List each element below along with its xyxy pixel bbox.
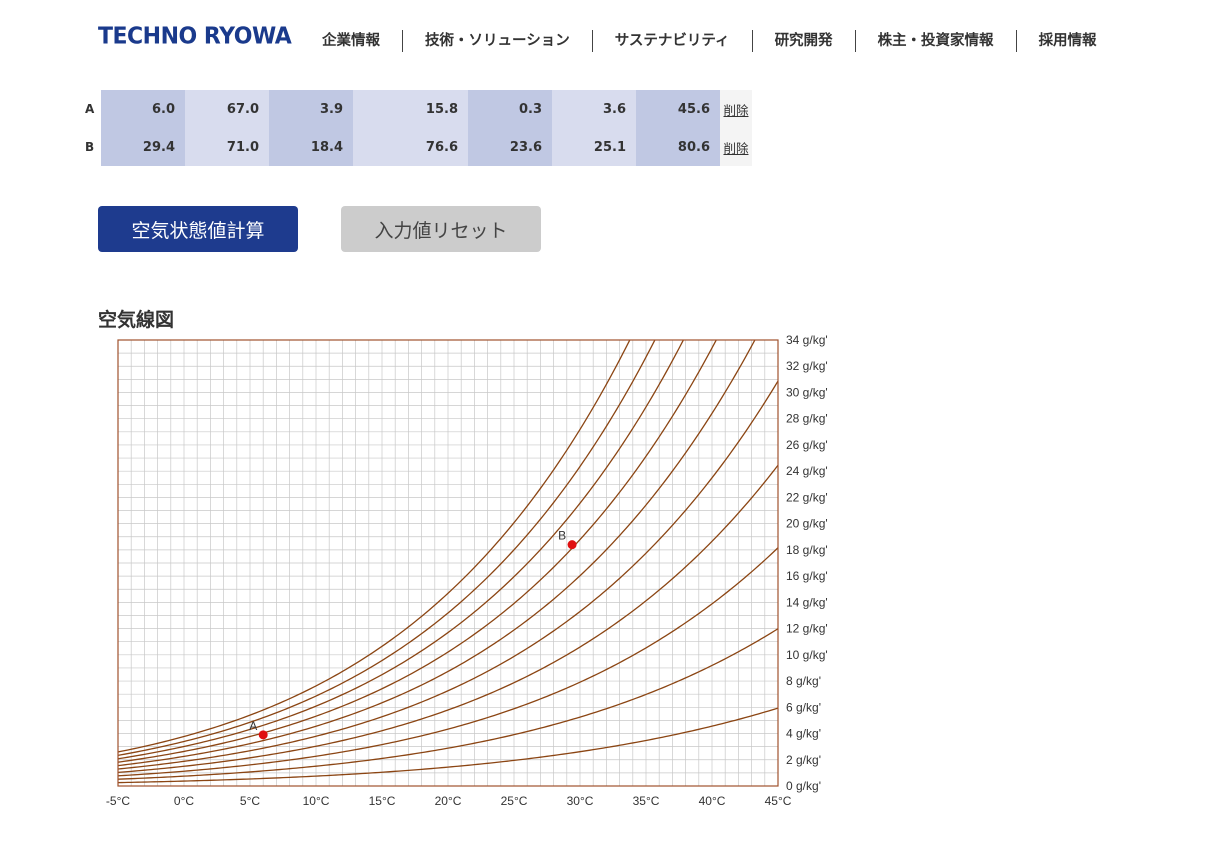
- y-tick-label: 2 g/kg': [786, 753, 821, 767]
- y-tick-label: 24 g/kg': [786, 464, 828, 478]
- y-tick-label: 10 g/kg': [786, 648, 828, 662]
- y-tick-label: 30 g/kg': [786, 385, 828, 399]
- x-tick-label: 10°C: [303, 794, 330, 808]
- y-tick-label: 4 g/kg': [786, 727, 821, 741]
- y-tick-label: 6 g/kg': [786, 700, 821, 714]
- x-tick-label: -5°C: [106, 794, 130, 808]
- x-tick-label: 20°C: [435, 794, 462, 808]
- y-tick-label: 18 g/kg': [786, 543, 828, 557]
- data-point-label: B: [558, 529, 566, 543]
- x-tick-label: 40°C: [699, 794, 726, 808]
- y-tick-label: 20 g/kg': [786, 517, 828, 531]
- y-tick-label: 12 g/kg': [786, 622, 828, 636]
- y-tick-label: 34 g/kg': [786, 333, 828, 347]
- y-tick-label: 14 g/kg': [786, 595, 828, 609]
- y-tick-label: 26 g/kg': [786, 438, 828, 452]
- psychrometric-chart: -5°C 0°C 5°C 10°C 15°C 20°C 25°C 30°C 35°C 40°C 45…: [106, 333, 828, 808]
- y-tick-label: 32 g/kg': [786, 359, 828, 373]
- x-tick-label: 30°C: [567, 794, 594, 808]
- y-tick-label: 0 g/kg': [786, 779, 821, 793]
- x-tick-label: 5°C: [240, 794, 260, 808]
- x-tick-label: 35°C: [633, 794, 660, 808]
- y-tick-label: 28 g/kg': [786, 412, 828, 426]
- data-point-a: [258, 730, 268, 740]
- x-tick-label: 45°C: [765, 794, 792, 808]
- y-tick-label: 8 g/kg': [786, 674, 821, 688]
- y-tick-label: 16 g/kg': [786, 569, 828, 583]
- y-tick-label: 22 g/kg': [786, 490, 828, 504]
- x-tick-label: 0°C: [174, 794, 194, 808]
- x-tick-label: 25°C: [501, 794, 528, 808]
- data-point-label: A: [249, 719, 257, 733]
- data-point-b: [567, 540, 577, 550]
- page: TECHNO RYOWA 企業情報 技術・ソリューション サステナビリティ 研究…: [0, 0, 1209, 861]
- x-tick-label: 15°C: [369, 794, 396, 808]
